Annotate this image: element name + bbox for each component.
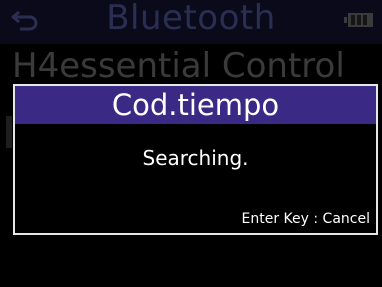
battery-icon [344, 13, 373, 27]
cancel-hint[interactable]: Enter Key : Cancel [242, 211, 370, 227]
dialog-title: Cod.tiempo [15, 86, 376, 124]
background-header: Bluetooth [0, 0, 382, 44]
search-dialog: Cod.tiempo Searching. Enter Key : Cancel [13, 84, 378, 235]
device-screen: Bluetooth H4essential Control Cod.tiempo… [0, 0, 382, 287]
background-selection-edge [6, 116, 12, 148]
background-menu-item: H4essential Control [12, 46, 345, 86]
dialog-status-message: Searching. [142, 146, 249, 170]
background-title: Bluetooth [106, 0, 276, 38]
